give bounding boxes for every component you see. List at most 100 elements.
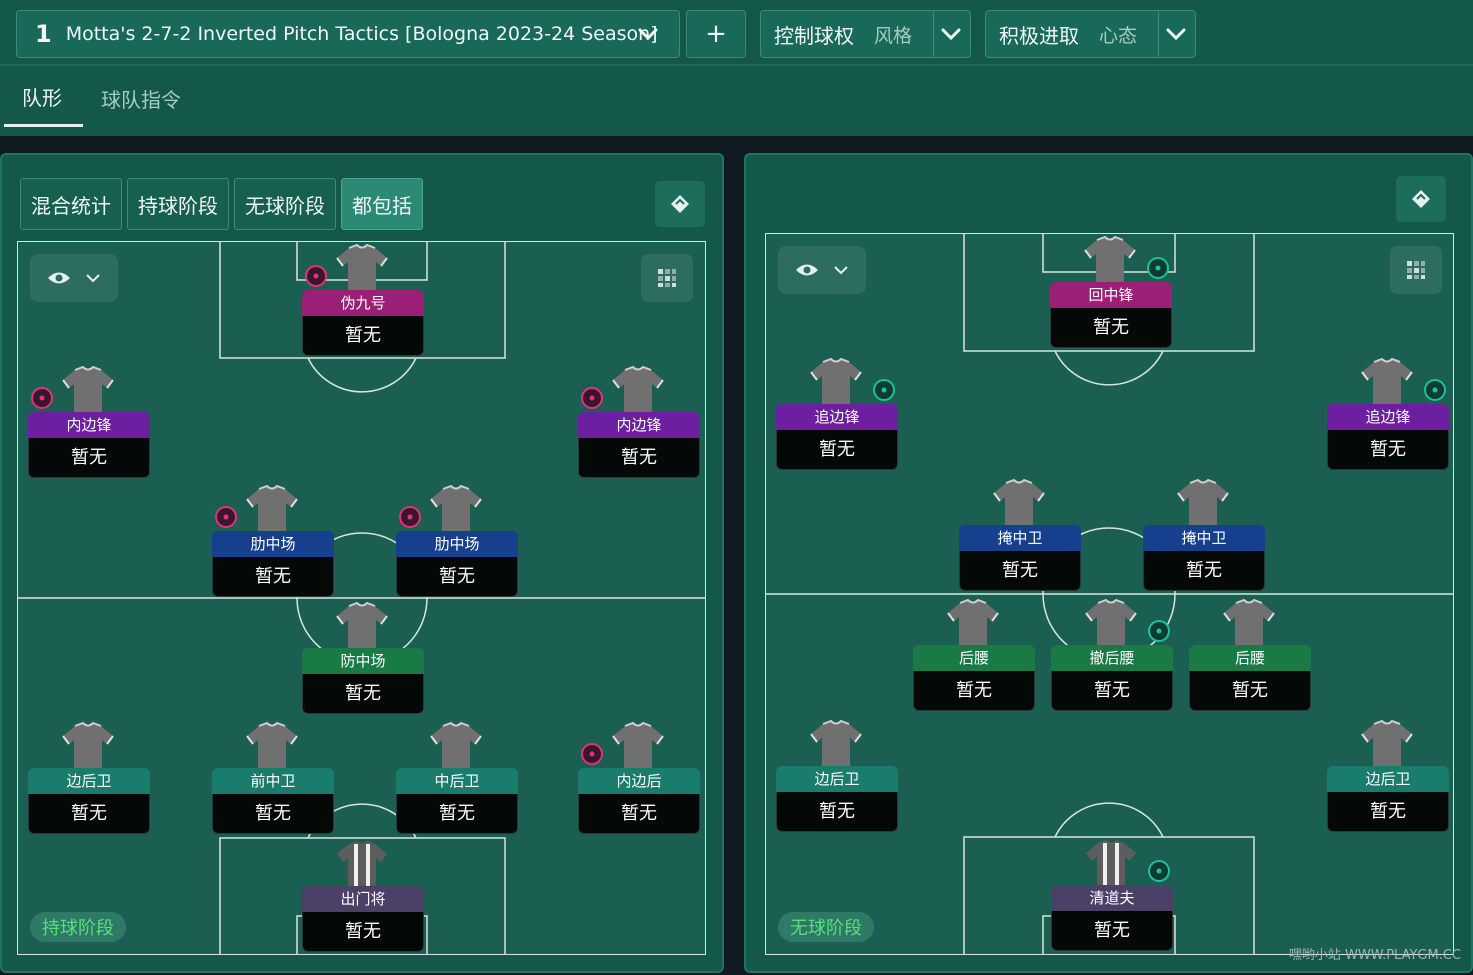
player-role: 清道夫	[1051, 885, 1173, 911]
swap-button[interactable]	[1396, 176, 1446, 222]
mentality-value: 积极进取	[999, 23, 1079, 48]
role-duty-badge-icon	[581, 743, 603, 765]
player-role: 边后卫	[1327, 766, 1449, 792]
phase-tab-both[interactable]: 都包括	[341, 178, 423, 230]
player-slot[interactable]: 肋中场 暂无	[396, 485, 518, 597]
player-slot[interactable]: 边后卫 暂无	[776, 720, 898, 832]
shirt-icon	[246, 485, 298, 531]
player-slot[interactable]: 前中卫 暂无	[212, 722, 334, 834]
player-name: 暂无	[1051, 911, 1173, 951]
player-slot[interactable]: 出门将 暂无	[302, 840, 424, 952]
player-name: 暂无	[212, 794, 334, 834]
player-role: 肋中场	[396, 531, 518, 557]
player-name: 暂无	[959, 551, 1081, 591]
swap-button[interactable]	[655, 181, 705, 227]
player-slot[interactable]: 伪九号 暂无	[302, 244, 424, 356]
pitch-out-of-possession: 回中锋 暂无 追边锋 暂无 追边锋 暂无 掩中卫 暂无 掩中卫 暂无 后腰 暂无 撤后腰 暂无 后腰 暂无 边后…	[765, 233, 1454, 955]
style-key: 风格	[874, 24, 913, 47]
shirt-icon	[430, 485, 482, 531]
player-slot[interactable]: 追边锋 暂无	[1327, 358, 1449, 470]
shirt-icon	[993, 479, 1045, 525]
view-toggle-button[interactable]	[30, 254, 118, 302]
swap-icon	[1412, 190, 1430, 208]
divider	[933, 11, 934, 57]
phase-tab-mixed[interactable]: 混合统计	[20, 178, 122, 230]
add-tactic-button[interactable]: +	[686, 10, 746, 58]
grid-view-button[interactable]	[1390, 246, 1442, 294]
shirt-icon	[62, 722, 114, 768]
style-dropdown[interactable]: 控制球权 风格	[760, 10, 971, 58]
tactic-select[interactable]: 1 Motta's 2-7-2 Inverted Pitch Tactics […	[16, 10, 680, 58]
shirt-icon	[246, 722, 298, 768]
player-slot[interactable]: 掩中卫 暂无	[1143, 479, 1265, 591]
player-name: 暂无	[28, 794, 150, 834]
swap-icon	[671, 195, 689, 213]
role-duty-badge-icon	[215, 506, 237, 528]
in-possession-panel: 混合统计 持球阶段 无球阶段 都包括 伪九号 暂无 内边锋 暂无 内边锋 暂无 …	[0, 153, 724, 973]
player-slot[interactable]: 内边后 暂无	[578, 722, 700, 834]
shirt-icon	[336, 244, 388, 290]
player-slot[interactable]: 追边锋 暂无	[776, 358, 898, 470]
player-role: 防中场	[302, 648, 424, 674]
tab-formation[interactable]: 队形	[22, 82, 62, 111]
phase-label: 持球阶段	[30, 912, 126, 942]
player-slot[interactable]: 回中锋 暂无	[1050, 236, 1172, 348]
tab-team-instructions[interactable]: 球队指令	[101, 84, 181, 113]
player-name: 暂无	[913, 671, 1035, 711]
mentality-key: 心态	[1099, 24, 1138, 47]
player-slot[interactable]: 边后卫 暂无	[28, 722, 150, 834]
player-slot[interactable]: 清道夫 暂无	[1051, 839, 1173, 951]
player-role: 内边锋	[28, 412, 150, 438]
role-duty-badge-icon	[305, 265, 327, 287]
shirt-icon	[1177, 479, 1229, 525]
phase-tab-out-of-possession[interactable]: 无球阶段	[234, 178, 336, 230]
player-role: 追边锋	[776, 404, 898, 430]
player-slot[interactable]: 撤后腰 暂无	[1051, 599, 1173, 711]
shirt-icon	[336, 602, 388, 648]
shirt-icon	[1223, 599, 1275, 645]
chevron-down-icon	[638, 28, 658, 41]
player-name: 暂无	[212, 557, 334, 597]
player-role: 边后卫	[28, 768, 150, 794]
top-bar: 1 Motta's 2-7-2 Inverted Pitch Tactics […	[0, 0, 1473, 66]
shirt-icon	[62, 366, 114, 412]
player-role: 边后卫	[776, 766, 898, 792]
shirt-icon	[1084, 236, 1136, 282]
role-duty-badge-icon	[399, 506, 421, 528]
player-role: 回中锋	[1050, 282, 1172, 308]
tactic-name: Motta's 2-7-2 Inverted Pitch Tactics [Bo…	[65, 23, 658, 45]
shirt-icon	[1361, 720, 1413, 766]
tab-active-indicator	[4, 124, 83, 127]
player-slot[interactable]: 内边锋 暂无	[578, 366, 700, 478]
player-slot[interactable]: 内边锋 暂无	[28, 366, 150, 478]
role-duty-badge-icon	[1148, 860, 1170, 882]
player-name: 暂无	[302, 912, 424, 952]
player-role: 后腰	[913, 645, 1035, 671]
player-name: 暂无	[28, 438, 150, 478]
role-duty-badge-icon	[31, 387, 53, 409]
player-role: 撤后腰	[1051, 645, 1173, 671]
player-slot[interactable]: 防中场 暂无	[302, 602, 424, 714]
player-slot[interactable]: 后腰 暂无	[913, 599, 1035, 711]
view-toggle-button[interactable]	[778, 246, 866, 294]
player-role: 肋中场	[212, 531, 334, 557]
player-role: 后腰	[1189, 645, 1311, 671]
player-slot[interactable]: 中后卫 暂无	[396, 722, 518, 834]
player-role: 掩中卫	[959, 525, 1081, 551]
mentality-dropdown[interactable]: 积极进取 心态	[985, 10, 1196, 58]
phase-tab-in-possession[interactable]: 持球阶段	[127, 178, 229, 230]
grid-icon	[658, 269, 676, 287]
divider	[1158, 11, 1159, 57]
player-slot[interactable]: 肋中场 暂无	[212, 485, 334, 597]
shirt-icon	[810, 720, 862, 766]
player-role: 中后卫	[396, 768, 518, 794]
chevron-down-icon	[941, 28, 961, 41]
shirt-icon	[947, 599, 999, 645]
player-slot[interactable]: 掩中卫 暂无	[959, 479, 1081, 591]
tab-bar: 队形 球队指令	[0, 66, 1473, 136]
grid-view-button[interactable]	[641, 254, 693, 302]
role-duty-badge-icon	[873, 379, 895, 401]
player-slot[interactable]: 后腰 暂无	[1189, 599, 1311, 711]
style-value: 控制球权	[774, 23, 854, 48]
player-slot[interactable]: 边后卫 暂无	[1327, 720, 1449, 832]
